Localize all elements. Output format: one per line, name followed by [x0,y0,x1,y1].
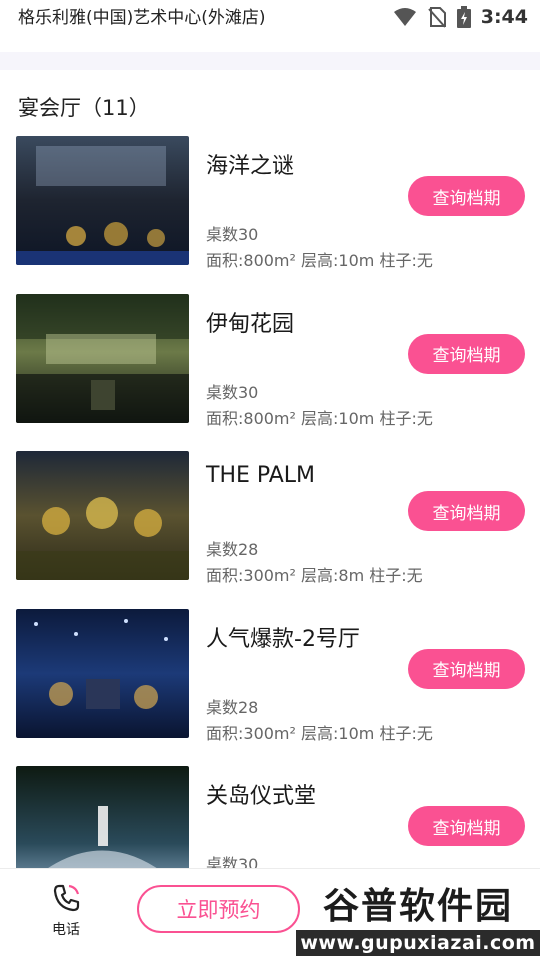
hall-name: 人气爆款-2号厅 [206,626,360,652]
hall-specs: 面积:800m² 层高:10m 柱子:无 [206,408,433,428]
hall-thumbnail[interactable] [16,293,189,423]
hall-thumbnail[interactable] [16,136,189,265]
hall-tables: 桌数30 [206,382,259,402]
status-bar: 格乐利雅(中国)艺术中心(外滩店) 3:44 [0,0,540,50]
app-title: 格乐利雅(中国)艺术中心(外滩店) [18,8,266,28]
hall-specs: 面积:300m² 层高:8m 柱子:无 [206,566,423,585]
query-schedule-button[interactable]: 查询档期 [408,333,525,374]
hall-list: 海洋之谜 查询档期 桌数30 面积:800m² 层高:10m 柱子:无 伊甸花园… [0,136,540,924]
phone-button[interactable]: 电话 [38,883,94,943]
query-schedule-button[interactable]: 查询档期 [408,648,525,689]
status-icons: 3:44 [393,6,528,28]
hall-name: 海洋之谜 [206,154,295,179]
status-time: 3:44 [480,6,528,28]
phone-icon [53,884,80,912]
query-schedule-button[interactable]: 查询档期 [408,806,525,846]
header-strip [0,52,540,70]
watermark: 谷普软件园 www.gupuxiazai.com [296,878,540,958]
phone-label: 电话 [52,922,80,938]
watermark-url: www.gupuxiazai.com [296,930,540,956]
hall-thumbnail[interactable] [16,608,189,738]
hall-tables: 桌数28 [206,540,259,559]
hall-item[interactable]: 海洋之谜 查询档期 桌数30 面积:800m² 层高:10m 柱子:无 [0,136,540,294]
hall-item[interactable]: 伊甸花园 查询档期 桌数30 面积:800m² 层高:10m 柱子:无 [0,293,540,452]
no-sim-icon [427,7,446,28]
hall-name: 伊甸花园 [206,311,295,337]
watermark-title: 谷普软件园 [322,886,513,927]
hall-name: 关岛仪式堂 [206,784,317,809]
hall-name: THE PALM [206,463,316,488]
reserve-now-button[interactable]: 立即预约 [137,885,300,933]
query-schedule-button[interactable]: 查询档期 [408,176,525,216]
battery-charging-icon [456,6,471,28]
hall-tables: 桌数28 [206,697,259,717]
hall-specs: 面积:300m² 层高:10m 柱子:无 [206,723,433,743]
query-schedule-button[interactable]: 查询档期 [408,491,525,531]
hall-thumbnail[interactable] [16,451,189,580]
hall-item[interactable]: 人气爆款-2号厅 查询档期 桌数28 面积:300m² 层高:10m 柱子:无 [0,608,540,767]
hall-specs: 面积:800m² 层高:10m 柱子:无 [206,251,433,270]
hall-list-title: 宴会厅（11） [18,96,150,120]
hall-tables: 桌数30 [206,225,259,244]
wifi-icon [393,8,416,26]
hall-item[interactable]: THE PALM 查询档期 桌数28 面积:300m² 层高:8m 柱子:无 [0,451,540,609]
